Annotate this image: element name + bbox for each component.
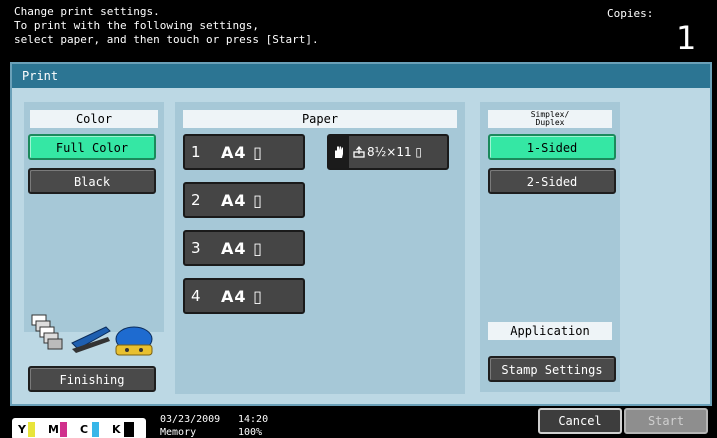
toner-k-label: K	[112, 423, 121, 436]
toner-y-label: Y	[18, 423, 26, 436]
finishing-illustration-icon	[31, 314, 153, 356]
finishing-button[interactable]: Finishing	[28, 366, 156, 392]
cancel-button[interactable]: Cancel	[538, 408, 622, 434]
tray-number: 2	[191, 191, 201, 209]
duplex-label-line2: Duplex	[535, 118, 565, 127]
tray-2-button[interactable]: 2 A4 ▯	[183, 182, 305, 218]
tray-paper-size: A4 ▯	[221, 143, 263, 162]
panel-title: Print	[12, 64, 710, 88]
toner-m-bar	[60, 422, 67, 437]
toner-m-label: M	[48, 423, 59, 436]
bypass-paper-size: 8½×11 ▯	[367, 145, 423, 159]
toner-c-label: C	[80, 423, 89, 436]
paper-group: Paper 1 A4 ▯ 2 A4 ▯ 3 A4 ▯ 4 A4 ▯ 8½×11 …	[175, 102, 465, 394]
start-button[interactable]: Start	[624, 408, 708, 434]
tray-paper-size: A4 ▯	[221, 287, 263, 306]
copies-value[interactable]: 1	[676, 20, 696, 56]
color-group-label: Color	[30, 110, 158, 128]
stamp-settings-button[interactable]: Stamp Settings	[488, 356, 616, 382]
paper-group-label: Paper	[183, 110, 457, 128]
application-group: Application Stamp Settings	[480, 314, 620, 392]
tray-number: 4	[191, 287, 201, 305]
tray-3-button[interactable]: 3 A4 ▯	[183, 230, 305, 266]
tray-number: 1	[191, 143, 201, 161]
tray-4-button[interactable]: 4 A4 ▯	[183, 278, 305, 314]
hole-punch-icon	[115, 326, 153, 356]
color-group: Color Full Color Black	[24, 102, 164, 332]
duplex-group-label: Simplex/ Duplex	[488, 110, 612, 128]
toner-y-bar	[28, 422, 35, 437]
duplex-group: Simplex/ Duplex 1-Sided 2-Sided	[480, 102, 620, 332]
print-panel: Print Color Full Color Black Paper 1 A4 …	[10, 62, 712, 406]
time: 14:20	[238, 414, 269, 425]
copies-label: Copies:	[607, 7, 654, 20]
two-sided-button[interactable]: 2-Sided	[488, 168, 616, 194]
tray-paper-size: A4 ▯	[221, 239, 263, 258]
black-button[interactable]: Black	[28, 168, 156, 194]
bypass-tray-icon	[353, 146, 365, 158]
offset-sort-icon	[31, 314, 63, 350]
date: 03/23/2009	[160, 414, 221, 425]
memory-value: 100%	[238, 427, 263, 438]
toner-levels: Y M C K	[12, 418, 146, 438]
tray-number: 3	[191, 239, 201, 257]
one-sided-button[interactable]: 1-Sided	[488, 134, 616, 160]
toner-k-bar	[124, 422, 134, 437]
instruction-message: Change print settings. To print with the…	[14, 5, 319, 46]
full-color-button[interactable]: Full Color	[28, 134, 156, 160]
tray-1-button[interactable]: 1 A4 ▯	[183, 134, 305, 170]
message-header: Change print settings. To print with the…	[0, 0, 717, 62]
status-footer: Y M C K 03/23/2009 14:20 Memory 100% Can…	[0, 406, 717, 438]
tray-paper-size: A4 ▯	[221, 191, 263, 210]
memory-label: Memory	[160, 427, 197, 438]
bypass-tray-button[interactable]: 8½×11 ▯	[327, 134, 449, 170]
application-label: Application	[488, 322, 612, 340]
toner-c-bar	[92, 422, 99, 437]
hand-icon	[335, 146, 343, 158]
stapler-icon	[71, 326, 111, 353]
